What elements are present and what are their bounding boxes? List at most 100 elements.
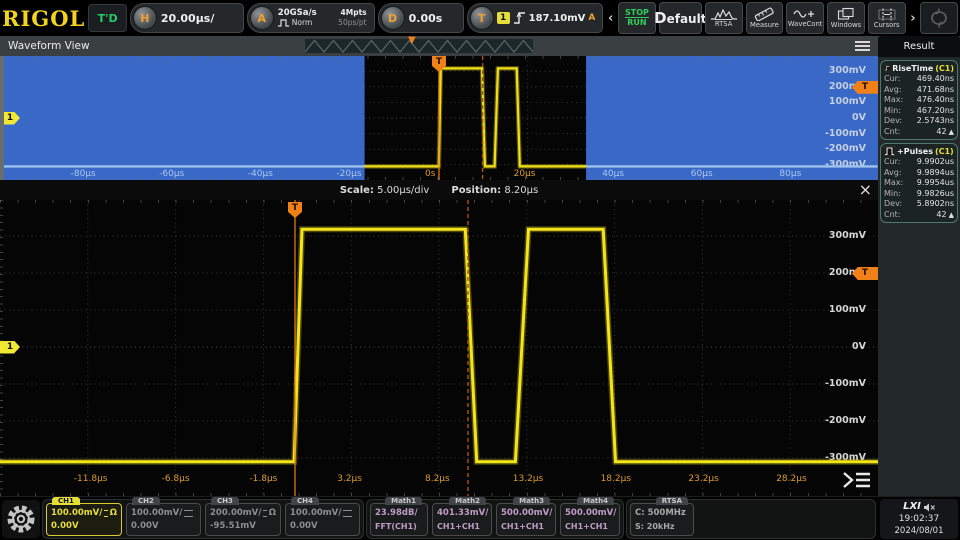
zoom-waveform-view[interactable]: -11.8μs-6.8μs-1.8μs3.2μs8.2μs13.2μs18.2μ… [0, 200, 878, 496]
math-tab: Math2 [449, 497, 486, 505]
result-panel: Result RiseTime(C1)Cur:469.40nsAvg:471.6… [878, 36, 960, 496]
pulses-icon [884, 146, 895, 156]
measurement-stat-label: Min: [884, 106, 901, 117]
upper-left-scrollbar[interactable] [0, 56, 4, 180]
rtsa-box[interactable]: RTSAC: 500MHzS: 20kHz [630, 503, 694, 536]
circular-arrows-icon [926, 7, 952, 29]
toolbar-scroll-left[interactable]: ‹ [606, 11, 615, 26]
menu-icon[interactable] [855, 41, 870, 53]
channel-offset: 0.00V [51, 520, 117, 533]
memory-position-strip[interactable] [305, 39, 533, 53]
bottom-status-bar: CH1100.00mV/Ω0.00VCH2100.00mV/0.00VCH320… [0, 496, 960, 540]
acquire-knob[interactable]: A [250, 6, 274, 30]
rising-edge-icon [513, 11, 526, 25]
math-scale: 500.00mV/ [501, 507, 551, 520]
zoom-position-label: Position: [451, 185, 501, 196]
acquire-group[interactable]: A 20GSa/s Norm 4Mpts 50ps/pt [247, 3, 375, 33]
measurement-stat-value: 9.9894us [917, 168, 954, 177]
measurement-stat-value: 476.40ns [917, 95, 954, 104]
cursors-button[interactable]: Cursors [868, 2, 906, 34]
rtsa-group: RTSAC: 500MHzS: 20kHz [626, 499, 876, 539]
measurement-stat-label: Dev: [884, 116, 902, 127]
measurement-row: Cnt:42▲ [884, 210, 954, 221]
trigger-position-marker-icon[interactable]: ▼ [408, 35, 416, 46]
trigger-coupling: A [588, 13, 595, 23]
measurement-row: Avg: 9.9894us [884, 168, 954, 179]
expand-menu-icon[interactable] [841, 470, 873, 490]
measurement-row: Max:9.9954us [884, 178, 954, 189]
rtsa-tab: RTSA [656, 497, 688, 505]
horizontal-group[interactable]: H 20.00μs/ [130, 3, 244, 33]
result-panel-header[interactable]: Result [878, 36, 960, 57]
rtsa-button[interactable]: RTSA [705, 2, 743, 34]
math-box-math2[interactable]: Math2401.33mV/CH1+CH1 [432, 503, 492, 536]
wavecont-button[interactable]: WaveCont [786, 2, 824, 34]
measurement-card-title: +Pulses(C1) [884, 146, 954, 156]
top-toolbar: RIGOL T'D H 20.00μs/ A 20GSa/s Norm 4Mpt… [0, 0, 960, 36]
windows-button[interactable]: Windows [827, 2, 865, 34]
measurement-stat-label: Avg: [884, 168, 902, 179]
utility-gear-button[interactable] [2, 500, 40, 538]
trigger-group[interactable]: T 1 187.10mV A [467, 3, 604, 33]
horizontal-knob[interactable]: H [133, 6, 157, 30]
measurement-stat-value: 467.20ns [917, 106, 954, 115]
dc-coupling-icon [343, 510, 352, 517]
measurement-card[interactable]: +Pulses(C1)Cur:9.9902usAvg:9.9894usMax:9… [880, 143, 958, 223]
math-scale: 401.33mV/ [437, 507, 487, 520]
channel-scale: 200.00mV/ [210, 507, 261, 520]
measurement-row: Min: 467.20ns [884, 106, 954, 117]
measurement-stat-label: Cnt: [884, 127, 901, 138]
windows-label: Windows [831, 22, 861, 29]
cursors-label: Cursors [874, 22, 900, 29]
math-box-math1[interactable]: Math123.98dB/FFT(CH1) [370, 503, 428, 536]
measurement-card[interactable]: RiseTime(C1)Cur:469.40nsAvg:471.68nsMax:… [880, 60, 958, 140]
stop-run-button[interactable]: STOP RUN [618, 2, 656, 34]
measurement-stat-label: Min: [884, 189, 901, 200]
channel-box-ch2[interactable]: CH2100.00mV/0.00V [126, 503, 201, 536]
channel-tab: CH3 [211, 497, 239, 505]
channel-scale-row: 100.00mV/ [131, 507, 196, 520]
channel-scale: 100.00mV/ [51, 507, 102, 520]
collapse-icon[interactable]: ▲ [949, 128, 954, 136]
math-expression: FFT(CH1) [375, 520, 423, 533]
oscilloscope-screen: RIGOL T'D H 20.00μs/ A 20GSa/s Norm 4Mpt… [0, 0, 960, 540]
channel-box-ch4[interactable]: CH4100.00mV/0.00V [285, 503, 360, 536]
math-box-math4[interactable]: Math4500.00mV/CH1+CH1 [560, 503, 620, 536]
channel-scale-row: 100.00mV/Ω [51, 507, 117, 520]
auto-cycle-button[interactable] [920, 2, 958, 34]
rtsa-span: S: 20kHz [635, 520, 689, 533]
channel-box-ch3[interactable]: CH3200.00mV/Ω-95.51mV [205, 503, 281, 536]
close-icon[interactable]: × [859, 180, 872, 200]
delay-group[interactable]: D 0.00s [378, 3, 464, 33]
overview-waveform [0, 56, 878, 180]
math-expression: CH1+CH1 [437, 520, 487, 533]
measurement-stat-label: Cur: [884, 74, 901, 85]
risetime-icon [884, 63, 890, 73]
delay-knob[interactable]: D [381, 6, 405, 30]
acq-pulse-icon [278, 19, 290, 27]
math-tab: Math1 [385, 497, 422, 505]
overview-waveform-view[interactable]: -80μs-60μs-40μs-20μs0s20μs40μs60μs80μs30… [0, 56, 878, 180]
system-clock-panel[interactable]: LXI 19:02:37 2024/08/01 [880, 499, 958, 539]
measurement-name: RiseTime [892, 64, 933, 73]
measurement-stat-value: 471.68ns [917, 85, 954, 94]
default-button[interactable]: Default [659, 2, 702, 34]
channel-offset: -95.51mV [210, 520, 276, 533]
channel-box-ch1[interactable]: CH1100.00mV/Ω0.00V [46, 503, 122, 536]
sample-rate: 20GSa/s [278, 8, 330, 18]
channel-offset: 0.00V [290, 520, 355, 533]
math-box-math3[interactable]: Math3500.00mV/CH1+CH1 [496, 503, 556, 536]
channel-scale-row: 200.00mV/Ω [210, 507, 276, 520]
trigger-level: 187.10mV [529, 13, 586, 24]
zoom-scale-value: 5.00μs/div [377, 185, 429, 196]
zoom-position-value: 8.20μs [504, 185, 538, 196]
trigger-status-badge[interactable]: T'D [88, 4, 127, 32]
dc-coupling-icon [184, 510, 193, 517]
trigger-knob[interactable]: T [470, 6, 494, 30]
measurement-card-title: RiseTime(C1) [884, 63, 954, 73]
measurement-source: (C1) [935, 147, 954, 156]
measure-button[interactable]: Measure [746, 2, 784, 34]
toolbar-scroll-right[interactable]: › [909, 11, 918, 26]
collapse-icon[interactable]: ▲ [949, 211, 954, 219]
wave-plus-icon [793, 8, 817, 20]
